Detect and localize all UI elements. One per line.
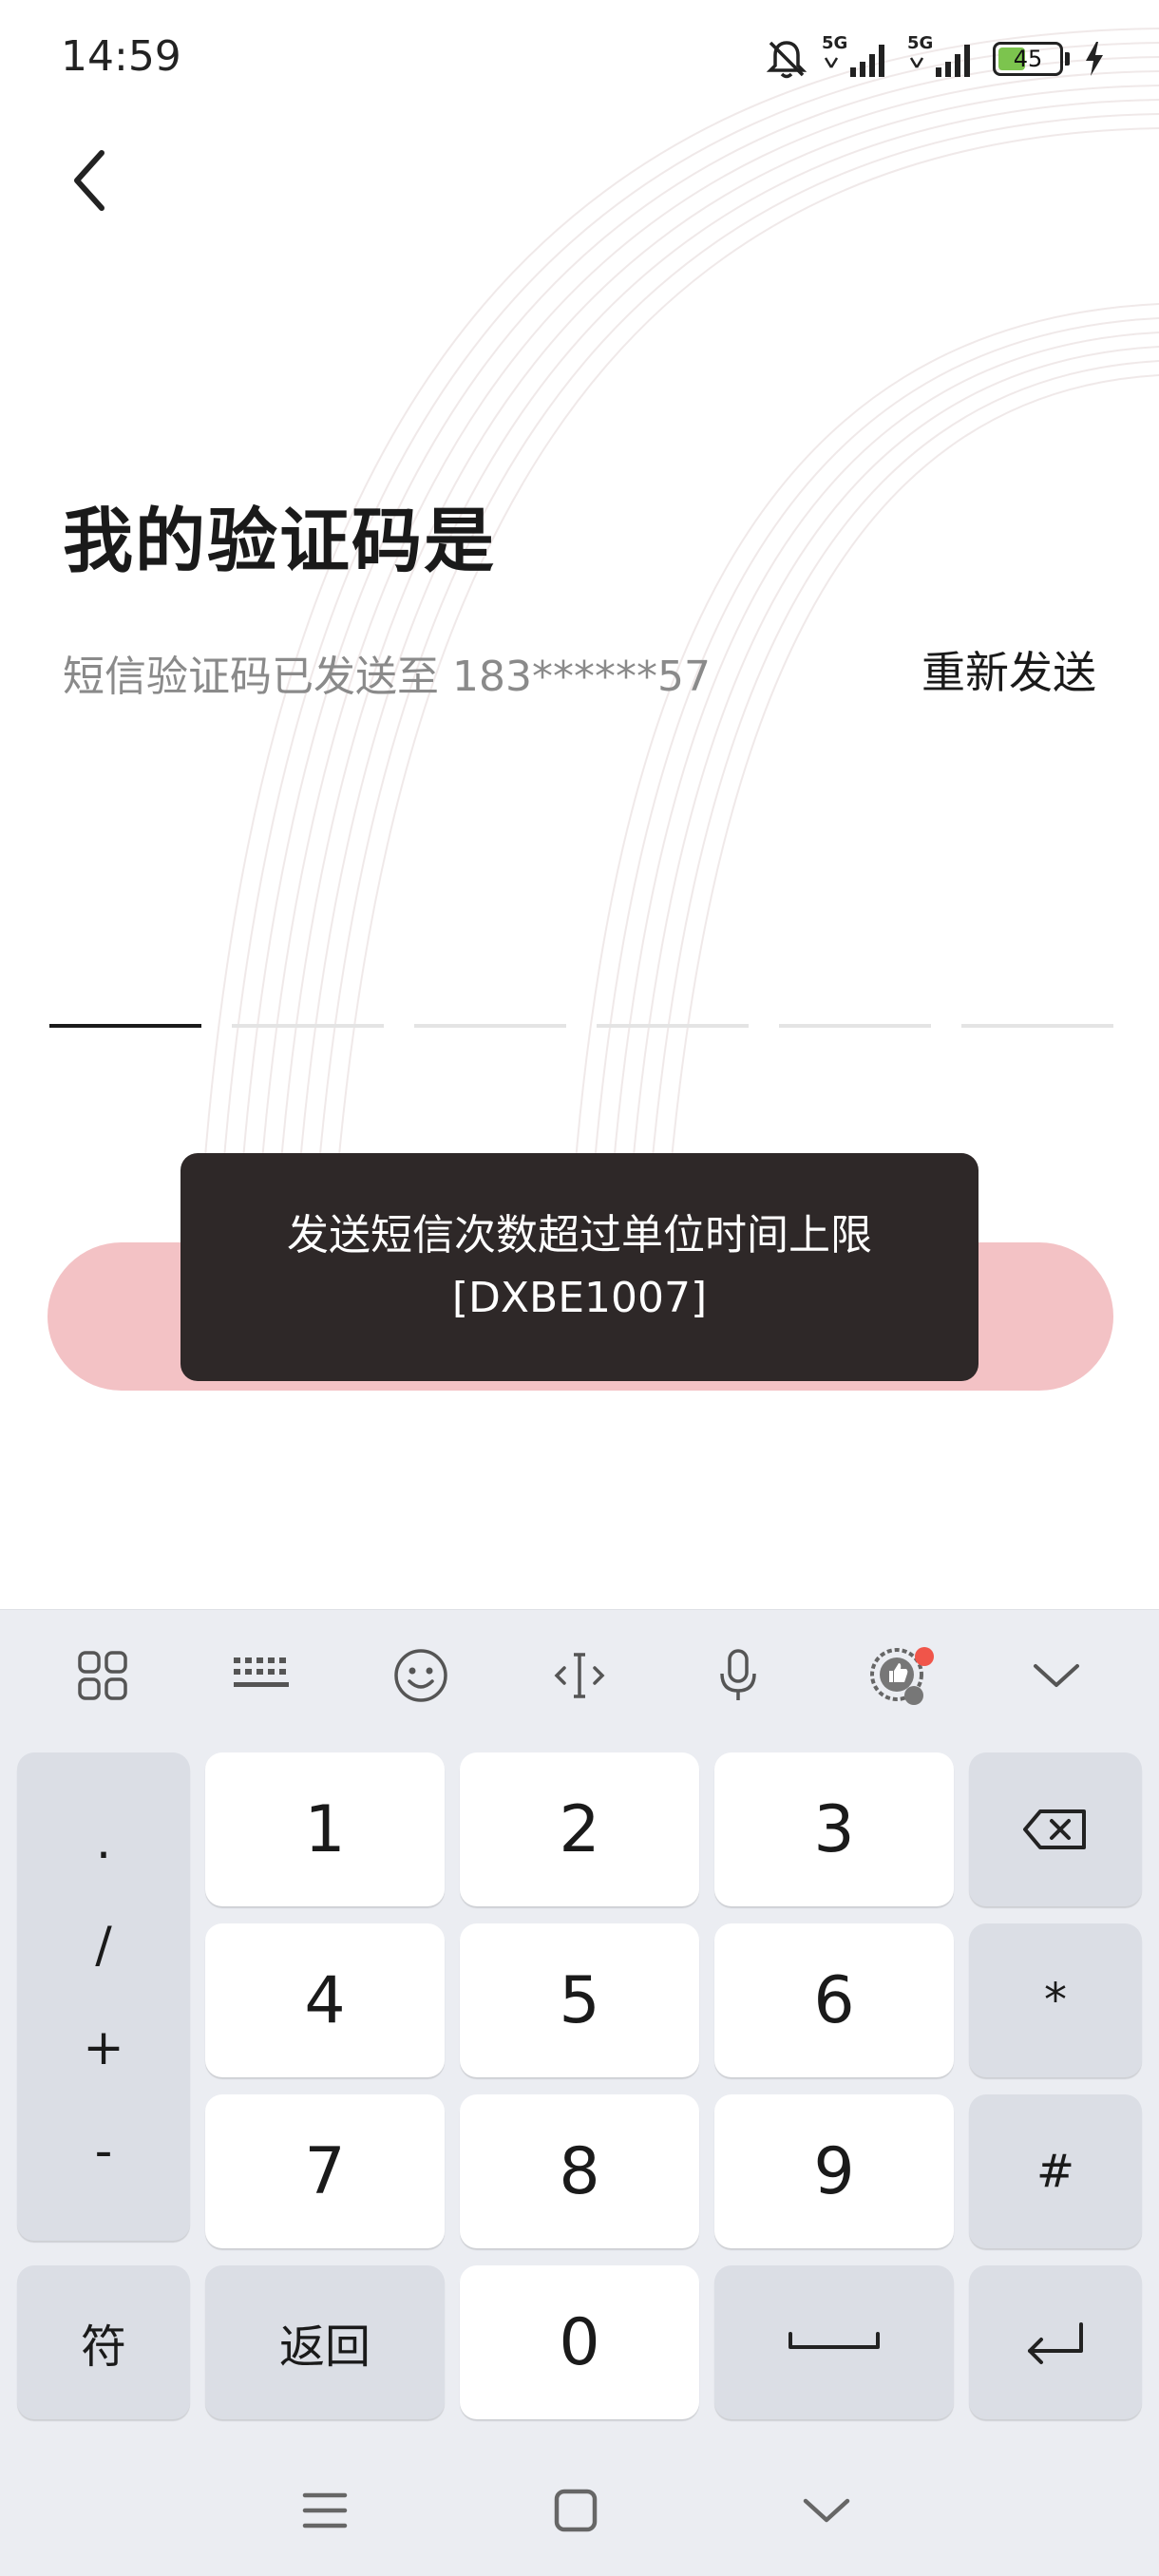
error-toast: 发送短信次数超过单位时间上限 [DXBE1007] — [180, 1153, 978, 1381]
ad-badge-button[interactable] — [841, 1628, 955, 1723]
signal-icon: 5G — [907, 33, 979, 81]
keyboard-toolbar — [0, 1610, 1159, 1741]
toast-error-code: [DXBE1007] — [451, 1274, 708, 1322]
digit-key-3[interactable]: 3 — [714, 1752, 954, 1906]
bell-muted-icon — [766, 41, 808, 79]
digit-key-4[interactable]: 4 — [205, 1923, 445, 2077]
microphone-icon — [720, 1649, 757, 1700]
sms-sent-hint: 短信验证码已发送至 183******57 — [63, 653, 711, 701]
enter-key[interactable] — [969, 2265, 1142, 2419]
grid-apps-icon — [77, 1651, 127, 1700]
digit-key-8[interactable]: 8 — [460, 2094, 699, 2248]
keyboard-icon — [234, 1657, 290, 1687]
cursor-button[interactable] — [522, 1628, 636, 1723]
notification-dot — [914, 1647, 934, 1666]
home-square-icon — [554, 2489, 598, 2532]
digit-key-7[interactable]: 7 — [205, 2094, 445, 2248]
voice-input-button[interactable] — [681, 1628, 795, 1723]
numeric-keyboard: . / + - 1 2 3 4 5 6 * 7 8 9 # 符 返回 0 — [0, 1609, 1159, 2576]
emoji-icon — [393, 1649, 447, 1702]
code-slot[interactable] — [597, 1024, 749, 1028]
nav-back-button[interactable] — [779, 2468, 874, 2553]
resend-button[interactable]: 重新发送 — [922, 638, 1096, 701]
text-cursor-icon — [554, 1653, 605, 1698]
toast-message: 发送短信次数超过单位时间上限 — [287, 1211, 872, 1260]
symbols-key[interactable]: 符 — [17, 2265, 190, 2419]
hide-keyboard-button[interactable] — [999, 1628, 1113, 1723]
battery-icon: 45 — [993, 42, 1063, 76]
code-slot[interactable] — [232, 1024, 384, 1028]
space-key[interactable] — [714, 2265, 954, 2419]
digit-key-1[interactable]: 1 — [205, 1752, 445, 1906]
signal-label: 5G — [907, 33, 934, 53]
chevron-left-icon — [74, 150, 104, 211]
home-button[interactable] — [528, 2468, 623, 2553]
digit-key-9[interactable]: 9 — [714, 2094, 954, 2248]
code-slot[interactable] — [961, 1024, 1113, 1028]
digit-key-5[interactable]: 5 — [460, 1923, 699, 2077]
symbol-key[interactable]: / — [95, 1921, 112, 1970]
back-button[interactable] — [51, 142, 127, 218]
page-title: 我的验证码是 — [63, 501, 496, 582]
hash-key[interactable]: # — [969, 2094, 1142, 2248]
symbol-key[interactable]: - — [95, 2127, 113, 2176]
return-key[interactable]: 返回 — [205, 2265, 445, 2419]
symbol-key[interactable]: . — [96, 1817, 112, 1866]
battery-tip — [1065, 52, 1070, 66]
emoji-button[interactable] — [364, 1628, 478, 1723]
menu-button[interactable] — [277, 2468, 372, 2553]
back-chevron-down-icon — [803, 2498, 850, 2523]
status-icons: 5G 5G 45 — [765, 32, 1106, 85]
star-key[interactable]: * — [969, 1923, 1142, 2077]
code-slot[interactable] — [779, 1024, 931, 1028]
charging-bolt-icon — [1086, 42, 1103, 76]
symbols-column-key[interactable]: . / + - — [17, 1752, 190, 2241]
apps-button[interactable] — [46, 1628, 160, 1723]
signal-icon: 5G — [822, 33, 894, 81]
backspace-icon — [1023, 1809, 1086, 1849]
background-arcs — [199, 28, 1159, 1235]
chevron-down-icon — [1034, 1664, 1080, 1687]
menu-icon — [302, 2492, 348, 2529]
status-time: 14:59 — [61, 32, 181, 81]
status-bar: 14:59 5G 5G 45 — [0, 0, 1159, 114]
backspace-key[interactable] — [969, 1752, 1142, 1906]
switch-keyboard-button[interactable] — [204, 1628, 318, 1723]
code-slot[interactable] — [49, 1024, 201, 1028]
digit-key-6[interactable]: 6 — [714, 1923, 954, 2077]
digit-key-0[interactable]: 0 — [460, 2265, 699, 2419]
battery-level: 45 — [1013, 46, 1043, 72]
space-icon — [788, 2332, 880, 2349]
system-nav-bar — [0, 2451, 1159, 2576]
symbol-key[interactable]: + — [83, 2023, 124, 2073]
digit-key-2[interactable]: 2 — [460, 1752, 699, 1906]
signal-label: 5G — [822, 33, 848, 53]
code-input[interactable] — [49, 1024, 1113, 1028]
code-slot[interactable] — [414, 1024, 566, 1028]
enter-icon — [1028, 2322, 1083, 2364]
